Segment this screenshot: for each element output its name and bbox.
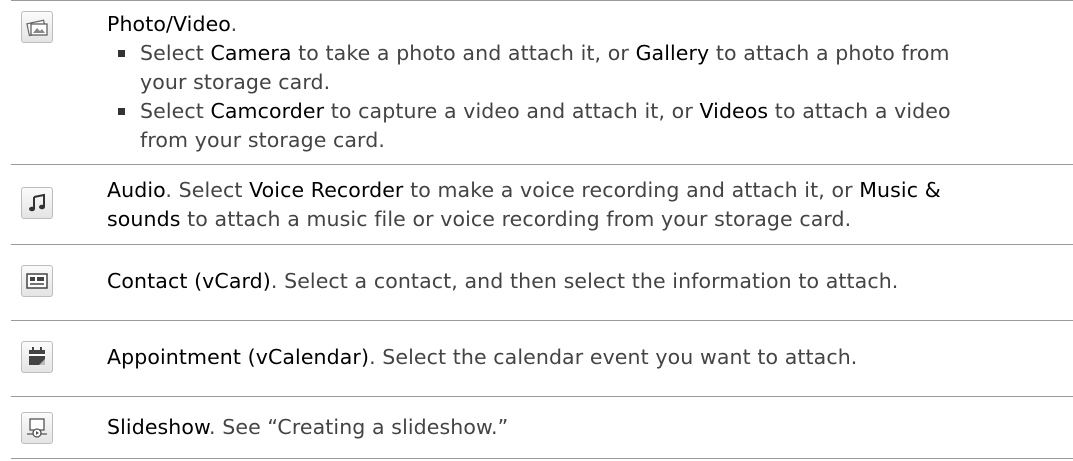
audio-line-1: Audio. Select Voice Recorder to make a v… (107, 176, 1069, 205)
gallery-label: Gallery (635, 41, 710, 65)
calendar-icon (21, 341, 53, 373)
text-part: to attach a video (768, 99, 951, 123)
text-part: . Select (165, 178, 250, 202)
bullet-marker (118, 108, 125, 115)
text-part: Select (140, 41, 211, 65)
audio-title: Audio (107, 178, 166, 202)
photo-video-icon (21, 11, 53, 43)
contact-card-icon (21, 265, 53, 297)
bullet-marker (118, 50, 125, 57)
text-part: Select (140, 99, 211, 123)
text-part: to make a voice recording and attach it,… (403, 178, 860, 202)
photo-video-heading: Photo/Video. (107, 10, 1069, 39)
videos-label: Videos (699, 99, 769, 123)
camcorder-label: Camcorder (210, 99, 325, 123)
bullet-camera-gallery: Select Camera to take a photo and attach… (107, 39, 1069, 97)
music-sounds-label: Music & (859, 178, 941, 202)
bullet-camcorder-videos: Select Camcorder to capture a video and … (107, 97, 1069, 155)
row-audio: Audio. Select Voice Recorder to make a v… (11, 164, 1073, 244)
text-part: . Select a contact, and then select the … (270, 269, 899, 293)
photo-video-title-suffix: . (230, 12, 238, 36)
row-appointment: Appointment (vCalendar). Select the cale… (11, 320, 1073, 396)
text-part: from your storage card. (140, 128, 385, 152)
photo-video-title: Photo/Video (107, 12, 231, 36)
text-part: to capture a video and attach it, or (324, 99, 700, 123)
slideshow-title: Slideshow (107, 415, 210, 439)
attachment-options-table: Photo/Video. Select Camera to take a pho… (11, 0, 1073, 459)
appointment-title: Appointment (vCalendar) (107, 345, 370, 369)
row-contact: Contact (vCard). Select a contact, and t… (11, 244, 1073, 320)
row-slideshow: Slideshow. See “Creating a slideshow.” (11, 396, 1073, 459)
music-sounds-label: sounds (107, 207, 181, 231)
contact-title: Contact (vCard) (107, 269, 271, 293)
music-note-icon (21, 187, 53, 219)
voice-recorder-label: Voice Recorder (249, 178, 404, 202)
camera-label: Camera (210, 41, 292, 65)
text-part: . See “Creating a slideshow.” (209, 415, 509, 439)
photo-video-bullets: Select Camera to take a photo and attach… (107, 39, 1069, 155)
slideshow-icon (21, 412, 53, 444)
text-part: to take a photo and attach it, or (291, 41, 636, 65)
text-part: to attach a music file or voice recordin… (180, 207, 852, 231)
text-part: to attach a photo from (709, 41, 950, 65)
text-part: . Select the calendar event you want to … (369, 345, 858, 369)
audio-line-2: sounds to attach a music file or voice r… (107, 205, 1069, 234)
row-photo-video: Photo/Video. Select Camera to take a pho… (11, 0, 1073, 164)
text-part: your storage card. (140, 70, 331, 94)
